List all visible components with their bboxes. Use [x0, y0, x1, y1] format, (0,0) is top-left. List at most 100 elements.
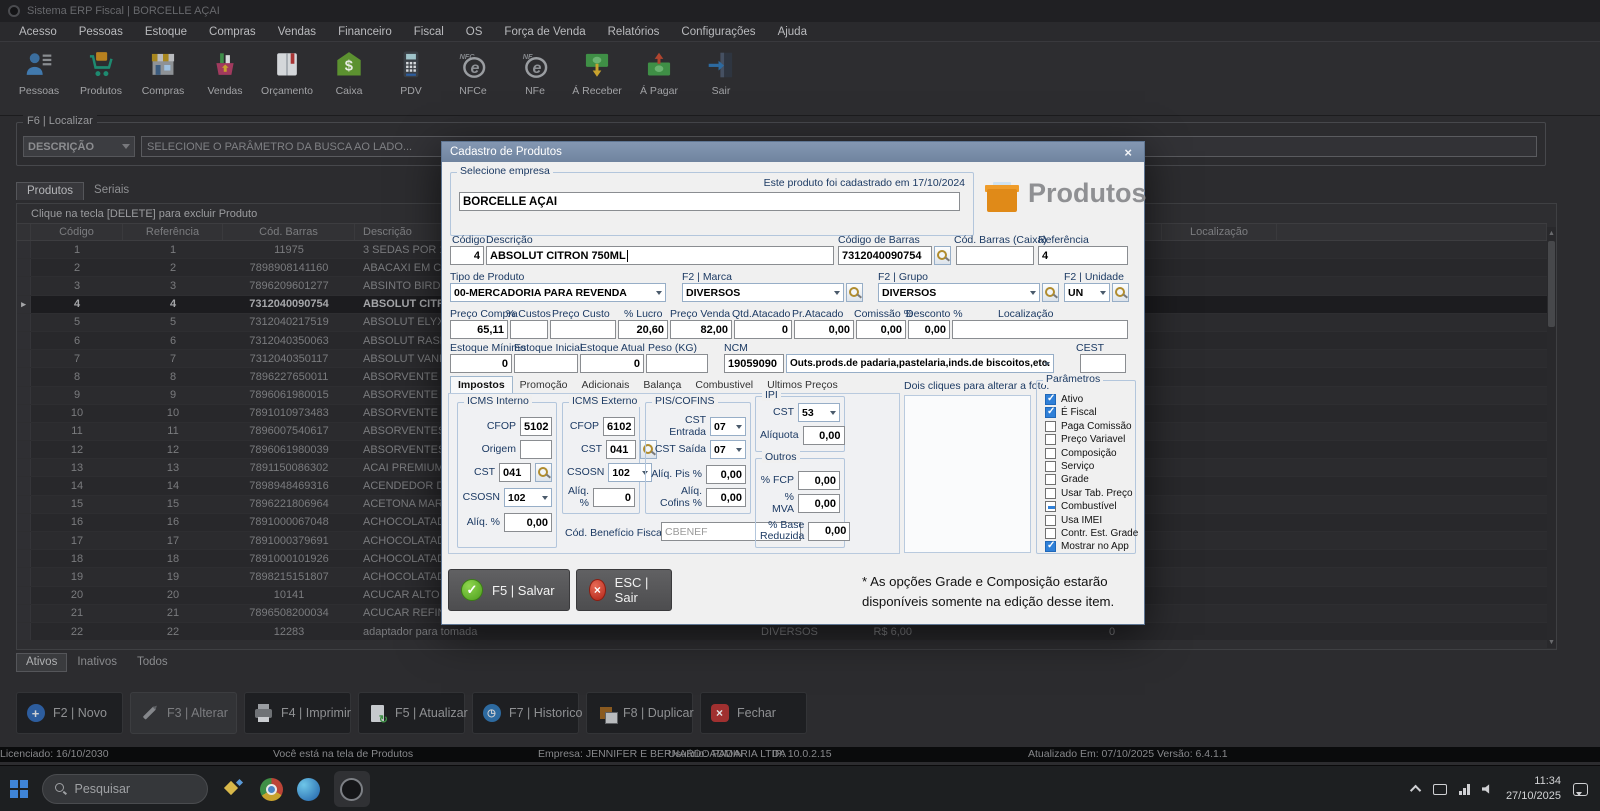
- ipi-aliquota-input[interactable]: 0,00: [803, 426, 845, 445]
- menu-item[interactable]: Relatórios: [597, 26, 671, 38]
- aliq-pis-input[interactable]: 0,00: [706, 465, 746, 484]
- descricao-input[interactable]: ABSOLUT CITRON 750ML: [486, 246, 834, 265]
- pis-entrada-select[interactable]: 07: [710, 417, 746, 436]
- peso-input[interactable]: [646, 354, 708, 373]
- scrollbar-thumb[interactable]: [1548, 241, 1555, 327]
- param-checkbox[interactable]: Composição: [1045, 447, 1117, 460]
- list-tab[interactable]: Seriais: [84, 182, 139, 200]
- param-checkbox[interactable]: Contr. Est. Grade: [1045, 527, 1138, 540]
- icms-int-cfop-input[interactable]: 5102: [520, 417, 552, 436]
- erp-app-taskbar-icon[interactable]: [334, 771, 370, 807]
- scroll-up-icon[interactable]: ▲: [1547, 227, 1556, 239]
- fechar-button[interactable]: × Fechar: [700, 692, 807, 734]
- cod-barras-input[interactable]: 7312040090754: [838, 246, 932, 265]
- sair-button[interactable]: × ESC | Sair: [576, 569, 672, 611]
- icms-int-aliq-input[interactable]: 0,00: [504, 513, 552, 532]
- estoque-minimo-input[interactable]: 0: [450, 354, 512, 373]
- notifications-icon[interactable]: [1573, 783, 1588, 796]
- icms-ext-aliq-input[interactable]: 0: [593, 488, 635, 507]
- menu-item[interactable]: Força de Venda: [493, 26, 596, 38]
- dialog-close-icon[interactable]: ×: [1120, 145, 1136, 160]
- product-photo-area[interactable]: [904, 395, 1031, 553]
- menu-item[interactable]: Compras: [198, 26, 267, 38]
- referencia-input[interactable]: 4: [1038, 246, 1128, 265]
- start-button[interactable]: [10, 780, 28, 798]
- table-row[interactable]: 22 22 12283 adaptador para tomada DIVERS…: [17, 623, 1547, 641]
- estoque-inicial-input[interactable]: [514, 354, 578, 373]
- param-checkbox[interactable]: É Fiscal: [1045, 406, 1097, 419]
- preco-custo-input[interactable]: [550, 320, 616, 339]
- dialog-tab[interactable]: Adicionais: [575, 377, 637, 394]
- filter-tab[interactable]: Ativos: [16, 653, 67, 672]
- taskbar-clock[interactable]: 11:34 27/10/2025: [1506, 774, 1561, 804]
- icms-ext-cfop-input[interactable]: 6102: [603, 417, 635, 436]
- filter-tab[interactable]: Todos: [127, 653, 178, 672]
- col-referencia[interactable]: Referência: [123, 224, 223, 240]
- cst-search-button[interactable]: [535, 463, 552, 482]
- copilot-icon[interactable]: [222, 777, 246, 801]
- toolbar-a-pagar[interactable]: Á Pagar: [628, 48, 690, 97]
- menu-item[interactable]: OS: [455, 26, 494, 38]
- menu-item[interactable]: Configurações: [670, 26, 766, 38]
- toolbar-sair[interactable]: Sair: [690, 48, 752, 97]
- icms-int-csosn-select[interactable]: 102: [504, 488, 552, 507]
- preco-compra-input[interactable]: 65,11: [450, 320, 508, 339]
- network-tray-icon[interactable]: [1459, 784, 1470, 795]
- marca-select[interactable]: DIVERSOS: [682, 283, 844, 302]
- custos-input[interactable]: [510, 320, 548, 339]
- toolbar-a-receber[interactable]: Á Receber: [566, 48, 628, 97]
- toolbar-compras[interactable]: Compras: [132, 48, 194, 97]
- scroll-down-icon[interactable]: ▼: [1547, 636, 1556, 648]
- browser-icon[interactable]: [297, 778, 320, 801]
- duplicar-button[interactable]: F8 | Duplicar: [586, 692, 693, 734]
- ipi-cst-select[interactable]: 53: [798, 403, 840, 422]
- fcp-input[interactable]: 0,00: [798, 471, 840, 490]
- qtd-atacado-input[interactable]: 0: [734, 320, 792, 339]
- estoque-atual-input[interactable]: 0: [580, 354, 644, 373]
- search-field-select[interactable]: DESCRIÇÃO: [23, 136, 135, 157]
- menu-item[interactable]: Financeiro: [327, 26, 403, 38]
- col-codigo[interactable]: Código: [31, 224, 123, 240]
- cod-barras-caixa-input[interactable]: [956, 246, 1034, 265]
- param-checkbox[interactable]: Usar Tab. Preço: [1045, 487, 1133, 500]
- dialog-tab[interactable]: Promoção: [513, 377, 575, 394]
- display-tray-icon[interactable]: [1433, 784, 1447, 795]
- toolbar-vendas[interactable]: Vendas: [194, 48, 256, 97]
- menu-item[interactable]: Vendas: [267, 26, 327, 38]
- col-barras[interactable]: Cód. Barras: [223, 224, 355, 240]
- toolbar-produtos[interactable]: Produtos: [70, 48, 132, 97]
- param-checkbox[interactable]: Grade: [1045, 473, 1089, 486]
- menu-item[interactable]: Fiscal: [403, 26, 455, 38]
- pis-saida-select[interactable]: 07: [710, 440, 746, 459]
- unidade-search-button[interactable]: [1112, 283, 1129, 302]
- vertical-scrollbar[interactable]: ▲ ▼: [1547, 227, 1556, 648]
- grupo-search-button[interactable]: [1042, 283, 1059, 302]
- base-reduzida-input[interactable]: 0,00: [808, 522, 850, 541]
- menu-item[interactable]: Acesso: [8, 26, 68, 38]
- dialog-title-bar[interactable]: Cadastro de Produtos ×: [442, 142, 1144, 162]
- menu-item[interactable]: Ajuda: [767, 26, 818, 38]
- list-tab[interactable]: Produtos: [16, 182, 84, 200]
- company-input[interactable]: BORCELLE AÇAI: [459, 192, 960, 211]
- col-localizacao[interactable]: Localização: [1162, 224, 1277, 240]
- taskbar-search[interactable]: Pesquisar: [42, 774, 208, 804]
- icms-ext-cst-input[interactable]: 041: [606, 440, 636, 459]
- mva-input[interactable]: 0,00: [798, 494, 840, 513]
- ncm-input[interactable]: 19059090: [724, 354, 784, 373]
- dialog-tab[interactable]: Impostos: [450, 376, 513, 394]
- historico-button[interactable]: ◷ F7 | Historico: [472, 692, 579, 734]
- localizacao-input[interactable]: [952, 320, 1128, 339]
- toolbar-orcamento[interactable]: Orçamento: [256, 48, 318, 97]
- atualizar-button[interactable]: F5 | Atualizar: [358, 692, 465, 734]
- param-checkbox[interactable]: Ativo: [1045, 393, 1083, 406]
- param-checkbox[interactable]: Paga Comissão: [1045, 420, 1132, 433]
- param-checkbox[interactable]: Serviço: [1045, 460, 1094, 473]
- novo-button[interactable]: + F2 | Novo: [16, 692, 123, 734]
- filter-tab[interactable]: Inativos: [67, 653, 127, 672]
- tray-chevron-icon[interactable]: [1410, 785, 1421, 796]
- aliq-cofins-input[interactable]: 0,00: [706, 488, 746, 507]
- icms-int-cst-input[interactable]: 041: [499, 463, 531, 482]
- grupo-select[interactable]: DIVERSOS: [878, 283, 1040, 302]
- toolbar-caixa[interactable]: $ Caixa: [318, 48, 380, 97]
- alterar-button[interactable]: F3 | Alterar: [130, 692, 237, 734]
